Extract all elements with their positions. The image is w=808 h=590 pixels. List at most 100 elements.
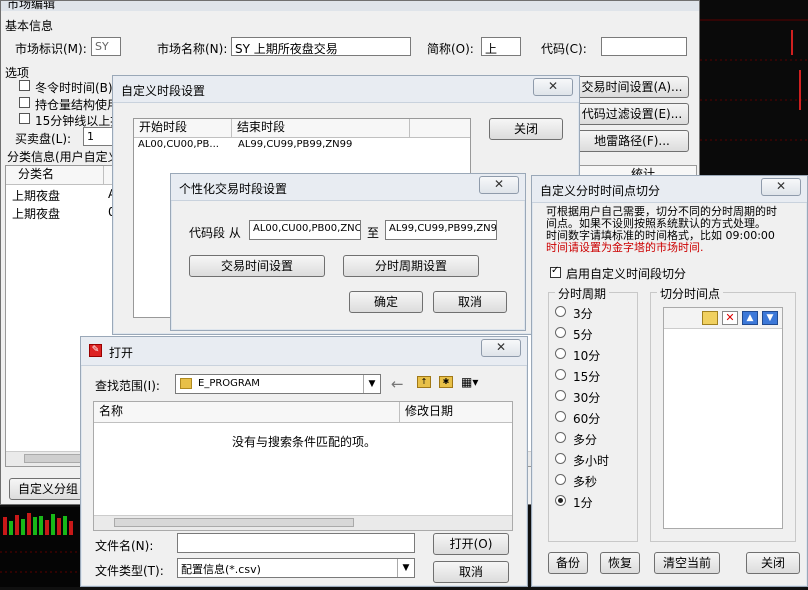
file-list[interactable]: 名称 修改日期 没有与搜索条件匹配的项。	[93, 401, 513, 531]
scrollbar-thumb[interactable]	[114, 518, 354, 527]
filename-label: 文件名(N):	[95, 539, 154, 553]
radio-label: 15分	[573, 370, 601, 384]
col-category-name[interactable]: 分类名	[6, 166, 104, 184]
market-id-input[interactable]: SY	[91, 37, 121, 56]
backup-button[interactable]: 备份	[548, 552, 588, 574]
radio-label: 1分	[573, 496, 593, 510]
radio-30min[interactable]	[555, 390, 566, 401]
code-input[interactable]	[601, 37, 687, 56]
desc-red-note: 时间请设置为金字塔的市场时间.	[546, 241, 704, 254]
period-group: 分时周期 3分 5分 10分 15分 30分 60分 多分 多小时 多秒 1分	[548, 285, 638, 542]
clear-current-button[interactable]: 清空当前	[654, 552, 720, 574]
list-toolbar: ✕ ▲ ▼	[664, 308, 782, 329]
category-info-heading: 分类信息(用户自定义	[7, 150, 120, 164]
look-in-label: 查找范围(I):	[95, 379, 160, 393]
radio-10min[interactable]	[555, 348, 566, 359]
radio-label: 多分	[573, 433, 598, 447]
cancel-button[interactable]: 取消	[433, 291, 507, 313]
period-settings-button[interactable]: 分时周期设置	[343, 255, 479, 277]
radio-label: 多小时	[573, 454, 610, 468]
split-close-button[interactable]: 关闭	[746, 552, 800, 574]
custom-period-titlebar: 自定义时段设置 ✕	[113, 76, 579, 103]
market-name-label: 市场名称(N):	[157, 42, 228, 56]
move-down-icon[interactable]: ▼	[762, 311, 778, 325]
code-filter-settings-button[interactable]: 代码过滤设置(E)...	[575, 103, 689, 125]
to-label: 至	[367, 226, 380, 240]
personal-period-close-x[interactable]: ✕	[479, 176, 519, 194]
move-up-icon[interactable]: ▲	[742, 311, 758, 325]
col-end-period[interactable]: 结束时段	[232, 119, 410, 137]
code-from-input[interactable]: AL00,CU00,PB00,ZNO	[249, 220, 361, 240]
col-start-period[interactable]: 开始时段	[134, 119, 232, 137]
split-time-dialog: 自定义分时时间点切分 ✕ 可根据用户自己需要，切分不同的分时周期的时 间点。如果…	[531, 175, 808, 587]
file-list-header: 名称 修改日期	[94, 402, 512, 423]
trade-time-settings-button[interactable]: 交易时间设置(A)...	[575, 76, 689, 98]
split-points-title: 切分时间点	[657, 285, 724, 302]
open-button[interactable]: 打开(O)	[433, 533, 509, 555]
custom-period-close-button[interactable]: 关闭	[489, 118, 563, 140]
open-cancel-button[interactable]: 取消	[433, 561, 509, 583]
radio-multi-min[interactable]	[555, 432, 566, 443]
up-folder-icon[interactable]: ↑	[417, 376, 431, 388]
scrollbar-thumb[interactable]	[24, 454, 84, 463]
filetype-select[interactable]: 配置信息(*.csv) ▼	[177, 558, 415, 578]
look-in-value: E_PROGRAM	[198, 378, 260, 389]
col-file-name[interactable]: 名称	[94, 402, 400, 422]
radio-label: 60分	[573, 412, 601, 426]
check-icon: ✓	[551, 265, 560, 276]
period-group-title: 分时周期	[555, 285, 610, 302]
enable-split-checkbox[interactable]: ✓	[550, 265, 561, 278]
row-name: 上期夜盘	[12, 207, 61, 221]
open-close-x[interactable]: ✕	[481, 339, 521, 357]
view-menu-icon[interactable]: ▦▾	[461, 375, 478, 389]
ok-button[interactable]: 确定	[349, 291, 423, 313]
radio-multi-sec[interactable]	[555, 474, 566, 485]
new-folder-icon[interactable]	[702, 311, 718, 325]
split-points-list[interactable]: ✕ ▲ ▼	[663, 307, 783, 529]
code-to-input[interactable]: AL99,CU99,PB99,ZN9	[385, 220, 497, 240]
list-item[interactable]: AL00,CU00,PB... AL99,CU99,PB99,ZN99	[134, 138, 412, 154]
buy-sell-label: 买卖盘(L):	[15, 132, 72, 146]
mine-path-button[interactable]: 地雷路径(F)...	[575, 130, 689, 152]
radio-3min[interactable]	[555, 306, 566, 317]
winter-time-checkbox[interactable]	[19, 80, 30, 91]
min15-checkbox[interactable]	[19, 113, 30, 124]
short-name-input[interactable]: 上	[481, 37, 521, 56]
new-folder-icon[interactable]: ✱	[439, 376, 453, 388]
radio-1min[interactable]	[555, 495, 566, 506]
market-name-input[interactable]: SY 上期所夜盘交易	[231, 37, 411, 56]
split-titlebar: 自定义分时时间点切分 ✕	[532, 176, 807, 203]
position-structure-checkbox[interactable]	[19, 97, 30, 108]
file-list-scrollbar[interactable]	[94, 515, 512, 530]
window-title: 市场编辑	[7, 1, 56, 11]
bottom-chart-strip	[0, 507, 90, 587]
period-list-header: 开始时段 结束时段	[134, 119, 470, 138]
chevron-down-icon[interactable]: ▼	[397, 559, 414, 577]
split-close-x[interactable]: ✕	[761, 178, 801, 196]
chevron-down-icon[interactable]: ▼	[363, 375, 380, 393]
delete-icon[interactable]: ✕	[722, 311, 738, 325]
radio-multi-hour[interactable]	[555, 453, 566, 464]
trade-time-button[interactable]: 交易时间设置	[189, 255, 325, 277]
custom-period-close-x[interactable]: ✕	[533, 78, 573, 96]
personal-period-title: 个性化交易时段设置	[179, 182, 288, 196]
enable-split-label: 启用自定义时间段切分	[566, 267, 687, 281]
back-arrow-icon[interactable]: ←	[391, 375, 404, 393]
position-structure-label: 持仓量结构使用	[35, 98, 120, 112]
period-start-value: AL00,CU00,PB...	[138, 139, 219, 150]
radio-15min[interactable]	[555, 369, 566, 380]
filetype-value: 配置信息(*.csv)	[181, 563, 261, 576]
radio-60min[interactable]	[555, 411, 566, 422]
radio-5min[interactable]	[555, 327, 566, 338]
restore-button[interactable]: 恢复	[600, 552, 640, 574]
basic-info-heading: 基本信息	[5, 19, 54, 33]
row-name: 上期夜盘	[12, 189, 61, 203]
col-modified-date[interactable]: 修改日期	[400, 402, 512, 422]
personal-period-titlebar: 个性化交易时段设置 ✕	[171, 174, 525, 201]
volume-bars	[0, 513, 90, 573]
look-in-select[interactable]: E_PROGRAM ▼	[175, 374, 381, 394]
filename-input[interactable]	[177, 533, 415, 553]
empty-message: 没有与搜索条件匹配的项。	[232, 435, 377, 449]
radio-label: 多秒	[573, 475, 598, 489]
custom-group-button[interactable]: 自定义分组	[9, 478, 87, 500]
